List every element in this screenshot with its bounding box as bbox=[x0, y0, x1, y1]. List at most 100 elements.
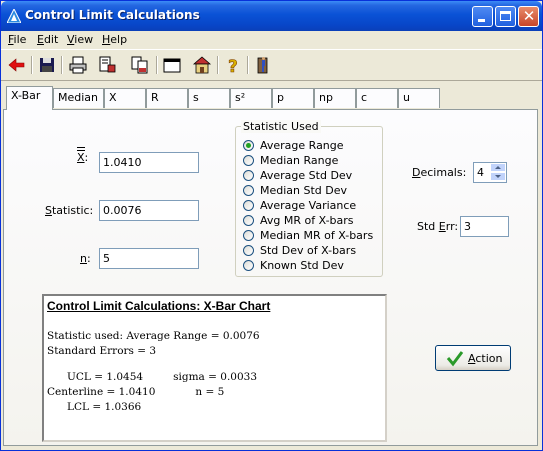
n-field[interactable]: 5 bbox=[99, 248, 199, 269]
radio-label: Average Std Dev bbox=[260, 169, 353, 182]
action-label-text: ction bbox=[475, 352, 503, 365]
menu-help-label: elp bbox=[110, 33, 128, 46]
toolbar: ? bbox=[1, 49, 542, 81]
std-err-key: E bbox=[438, 220, 446, 233]
app-window: Control Limit Calculations ✕ File Edit V… bbox=[0, 0, 543, 451]
title-bar[interactable]: Control Limit Calculations ✕ bbox=[1, 1, 542, 31]
tab-label: s bbox=[193, 91, 199, 104]
tab-r[interactable]: R bbox=[146, 88, 188, 108]
menu-file[interactable]: File bbox=[8, 33, 26, 46]
statistic-used-title: Statistic Used bbox=[241, 120, 321, 133]
close-button[interactable]: ✕ bbox=[518, 6, 539, 27]
minimize-icon bbox=[478, 19, 485, 22]
toolbar-separator bbox=[217, 56, 219, 74]
results-output: Control Limit Calculations: X-Bar Chart … bbox=[42, 294, 387, 442]
n-label: n: bbox=[80, 252, 91, 265]
maximize-button[interactable] bbox=[495, 6, 516, 27]
tab-x-bar[interactable]: X-Bar bbox=[6, 86, 53, 110]
tab-median[interactable]: Median bbox=[53, 88, 104, 108]
tab-u[interactable]: u bbox=[398, 88, 440, 108]
n-key: n bbox=[80, 252, 87, 265]
minimize-button[interactable] bbox=[472, 6, 493, 27]
menu-view[interactable]: View bbox=[67, 33, 93, 46]
statistic-label-text: tatistic: bbox=[51, 204, 94, 217]
std-err-field[interactable]: 3 bbox=[460, 216, 509, 237]
radio-label: Median Range bbox=[260, 154, 339, 167]
tab-label: X-Bar bbox=[11, 89, 41, 102]
toolbar-separator bbox=[61, 56, 63, 74]
results-line: LCL = 1.0366 bbox=[47, 401, 142, 413]
tab-label: s² bbox=[235, 91, 246, 104]
close-icon: ✕ bbox=[522, 7, 536, 25]
maximize-icon bbox=[500, 11, 511, 21]
radio-label: Known Std Dev bbox=[260, 259, 344, 272]
chevron-up-icon bbox=[495, 166, 501, 169]
tab-np[interactable]: np bbox=[314, 88, 356, 108]
tab-label: np bbox=[319, 91, 333, 104]
xbarbar-field[interactable]: 1.0410 bbox=[99, 152, 199, 173]
results-line: Statistic used: Average Range = 0.0076 bbox=[47, 330, 260, 342]
radio-label: Median Std Dev bbox=[260, 184, 348, 197]
results-title: Control Limit Calculations: X-Bar Chart bbox=[47, 299, 271, 313]
radio-dot bbox=[243, 260, 254, 271]
chevron-down-icon bbox=[495, 175, 501, 178]
decimals-spinner[interactable]: 4 bbox=[473, 162, 507, 183]
radio-dot bbox=[243, 245, 254, 256]
tab-label: R bbox=[151, 91, 159, 104]
decimals-value: 4 bbox=[477, 166, 484, 179]
spinner-up-button[interactable] bbox=[490, 163, 506, 172]
print-icon[interactable] bbox=[68, 55, 88, 75]
xbarbar-symbol: X bbox=[77, 151, 85, 164]
menu-edit-key: E bbox=[37, 33, 44, 46]
radio-dot bbox=[243, 200, 254, 211]
tab-c[interactable]: c bbox=[356, 88, 398, 108]
radio-label: Average Range bbox=[260, 139, 344, 152]
radio-dot bbox=[243, 215, 254, 226]
print-preview-icon[interactable] bbox=[97, 55, 117, 75]
exit-icon[interactable] bbox=[254, 55, 274, 75]
statistic-value: 0.0076 bbox=[103, 204, 142, 217]
statistic-label: Statistic: bbox=[45, 204, 93, 217]
tab-label: u bbox=[403, 91, 410, 104]
menu-edit[interactable]: Edit bbox=[37, 33, 58, 46]
spinner-down-button[interactable] bbox=[490, 172, 506, 181]
radio-label: Avg MR of X-bars bbox=[260, 214, 354, 227]
radio-dot bbox=[243, 170, 254, 181]
home-icon[interactable] bbox=[192, 55, 212, 75]
copy-icon[interactable] bbox=[130, 55, 150, 75]
menu-view-label: iew bbox=[74, 33, 94, 46]
radio-dot bbox=[243, 230, 254, 241]
toolbar-separator bbox=[31, 56, 33, 74]
decimals-label-text: ecimals: bbox=[420, 166, 467, 179]
tab-s-squared[interactable]: s² bbox=[230, 88, 272, 108]
results-line: UCL = 1.0454 sigma = 0.0033 bbox=[47, 371, 258, 383]
checkmark-icon bbox=[446, 351, 464, 367]
svg-text:?: ? bbox=[228, 57, 238, 75]
menu-edit-label: dit bbox=[43, 33, 59, 46]
statistic-field[interactable]: 0.0076 bbox=[99, 200, 199, 221]
radio-label: Average Variance bbox=[260, 199, 357, 212]
n-value: 5 bbox=[103, 252, 110, 265]
tab-x[interactable]: X bbox=[104, 88, 146, 108]
help-icon[interactable]: ? bbox=[223, 55, 243, 75]
back-arrow-icon[interactable] bbox=[7, 55, 27, 75]
radio-dot bbox=[243, 185, 254, 196]
std-err-label-prefix: Std bbox=[417, 220, 439, 233]
tab-label: X bbox=[109, 91, 117, 104]
results-line: Centerline = 1.0410 n = 5 bbox=[47, 386, 225, 398]
radio-dot bbox=[243, 155, 254, 166]
menu-help[interactable]: Help bbox=[102, 33, 127, 46]
tab-label: p bbox=[277, 91, 284, 104]
radio-dot-checked bbox=[243, 140, 254, 151]
tab-p[interactable]: p bbox=[272, 88, 314, 108]
save-icon[interactable] bbox=[37, 55, 57, 75]
tab-label: c bbox=[361, 91, 368, 104]
action-button[interactable]: Action bbox=[435, 345, 511, 371]
toolbar-separator bbox=[156, 56, 158, 74]
app-icon bbox=[7, 9, 21, 23]
xbarbar-value: 1.0410 bbox=[103, 156, 142, 169]
window-icon[interactable] bbox=[162, 55, 182, 75]
menu-bar: File Edit View Help bbox=[1, 31, 542, 49]
results-line: Standard Errors = 3 bbox=[47, 345, 157, 357]
tab-s[interactable]: s bbox=[188, 88, 230, 108]
